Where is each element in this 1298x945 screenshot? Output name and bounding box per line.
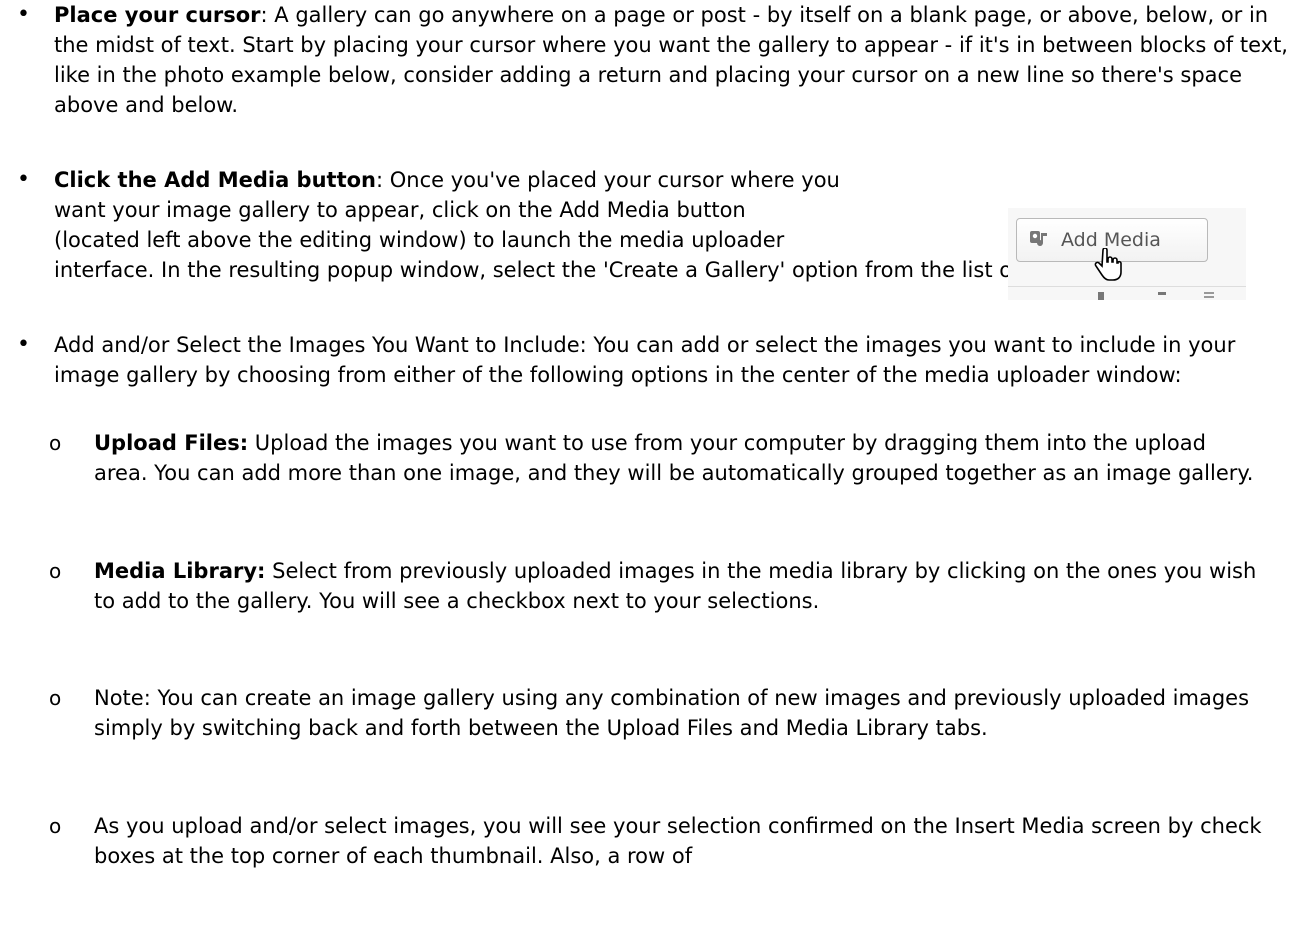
bullet-marker: • xyxy=(17,167,30,192)
sub-bullet-marker: o xyxy=(49,814,62,838)
media-icon xyxy=(1030,231,1047,247)
sub-list-item-body: Upload the images you want to use from y… xyxy=(94,431,1254,485)
sub-list-item-text: Media Library: Select from previously up… xyxy=(94,556,1264,616)
list-item-lead-lines: Click the Add Media button: Once you've … xyxy=(54,165,964,255)
editor-toolbar-fragment xyxy=(1008,286,1246,300)
sub-list-item-heading: Media Library: xyxy=(94,559,266,583)
list-item-body-line3: (located left above the editing window) … xyxy=(54,228,785,252)
sub-list-item-text: Note: You can create an image gallery us… xyxy=(94,686,1250,740)
bullet-marker: • xyxy=(17,332,30,357)
sub-list-item-text: As you upload and/or select images, you … xyxy=(94,814,1262,868)
hand-pointer-icon xyxy=(1094,248,1122,281)
sub-bullet-marker: o xyxy=(49,431,62,455)
list-item-body-line2: want your image gallery to appear, click… xyxy=(54,198,746,222)
sub-bullet-marker: o xyxy=(49,686,62,710)
list-item-heading: Click the Add Media button xyxy=(54,168,376,192)
list-item-body-line1: : Once you've placed your cursor where y… xyxy=(376,168,840,192)
add-media-screenshot: Add Media xyxy=(1008,208,1246,300)
list-item-text: Place your cursor: A gallery can go anyw… xyxy=(54,0,1294,120)
list-item-text: Add and/or Select the Images You Want to… xyxy=(54,333,1236,387)
bullet-marker: • xyxy=(17,2,30,27)
sub-list-item-text: Upload Files: Upload the images you want… xyxy=(94,428,1264,488)
sub-bullet-marker: o xyxy=(49,559,62,583)
sub-list-item-body: Select from previously uploaded images i… xyxy=(94,559,1257,613)
sub-list-item-heading: Upload Files: xyxy=(94,431,249,455)
list-item-heading: Place your cursor xyxy=(54,3,261,27)
